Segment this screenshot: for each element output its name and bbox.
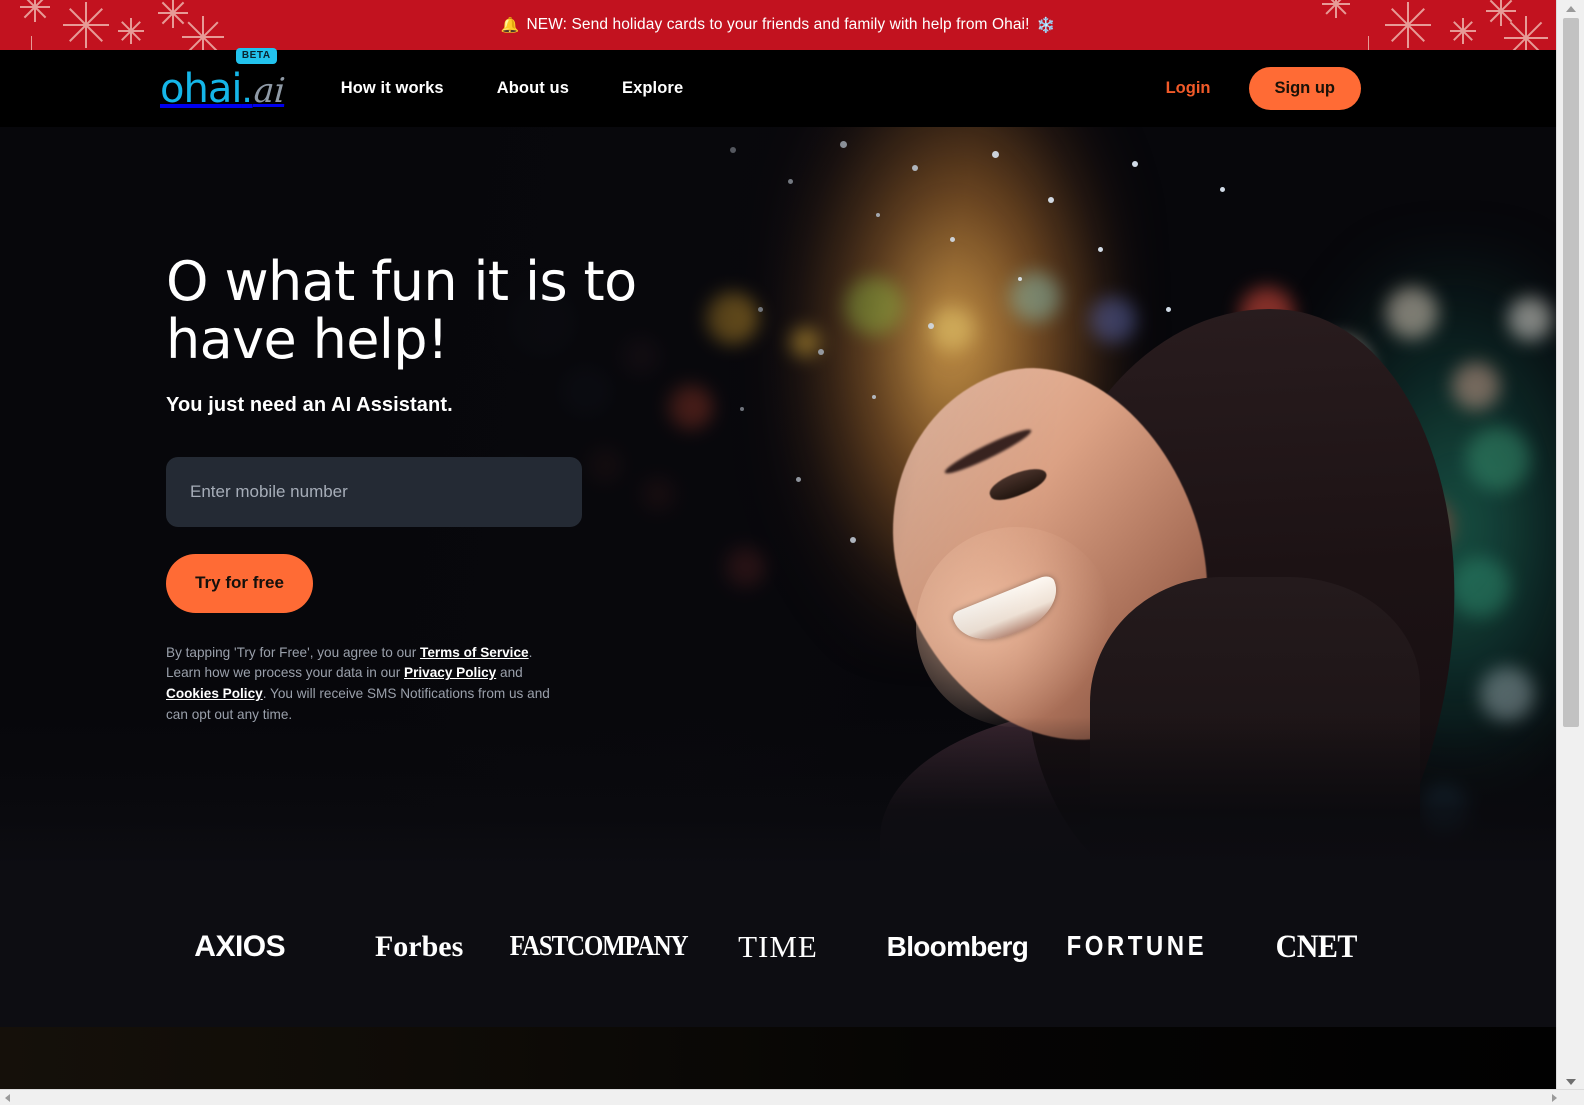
headline-line-1: O what fun it is to (166, 250, 637, 313)
press-logo-fast-company: FASTCOMPANY (509, 931, 689, 962)
browser-viewport: 🔔 NEW: Send holiday cards to your friend… (0, 0, 1556, 1089)
press-logo-time: TIME (738, 929, 818, 964)
press-logo-axios: AXIOS (194, 930, 286, 963)
press-logos-row: AXIOS Forbes FASTCOMPANY TIME Bloomberg … (0, 867, 1556, 1027)
scroll-up-arrow-icon[interactable] (1566, 6, 1576, 12)
vertical-scrollbar[interactable] (1556, 0, 1584, 1089)
press-logo-bloomberg: Bloomberg (886, 931, 1029, 962)
horizontal-scrollbar[interactable] (0, 1089, 1584, 1105)
nav-item-how-it-works[interactable]: How it works (341, 79, 444, 98)
promo-message: NEW: Send holiday cards to your friends … (526, 16, 1030, 33)
promo-banner[interactable]: 🔔 NEW: Send holiday cards to your friend… (0, 0, 1556, 50)
press-logo-forbes: Forbes (374, 930, 464, 963)
scroll-right-arrow-icon[interactable] (1552, 1094, 1557, 1102)
site-header: ohai . ai BETA How it works About us Exp… (0, 47, 1556, 127)
scroll-down-arrow-icon[interactable] (1566, 1079, 1576, 1085)
logo-dot: . (241, 66, 253, 111)
press-logo-fortune: FORTUNE (1066, 930, 1208, 962)
legal-disclaimer: By tapping 'Try for Free', you agree to … (166, 643, 561, 726)
header-actions: Login Sign up (1166, 67, 1556, 110)
vertical-scroll-thumb[interactable] (1563, 18, 1579, 727)
beta-badge: BETA (235, 47, 277, 64)
hero-bottom-fade (0, 717, 1556, 867)
scroll-left-arrow-icon[interactable] (5, 1094, 10, 1102)
page-title: O what fun it is to have help! (166, 250, 786, 372)
logo-ohai-ai[interactable]: ohai . ai BETA (160, 47, 287, 112)
nav-item-explore[interactable]: Explore (622, 79, 683, 98)
sign-up-button[interactable]: Sign up (1248, 67, 1361, 110)
privacy-policy-link[interactable]: Privacy Policy (404, 665, 496, 680)
try-for-free-button[interactable]: Try for free (166, 553, 313, 613)
login-link[interactable]: Login (1166, 79, 1211, 98)
mobile-number-input[interactable] (166, 456, 582, 527)
press-logo-cnet: CNET (1275, 928, 1358, 965)
nav-item-about-us[interactable]: About us (497, 79, 569, 98)
logo-word: ohai (160, 65, 242, 112)
next-section-strip (0, 1027, 1556, 1089)
terms-of-service-link[interactable]: Terms of Service (420, 645, 529, 660)
legal-text-3: and (496, 665, 523, 681)
headline-line-2: have help! (166, 308, 449, 372)
cookies-policy-link[interactable]: Cookies Policy (166, 686, 263, 701)
hero-section: O what fun it is to have help! You just … (0, 127, 1556, 867)
hero-content: O what fun it is to have help! You just … (166, 250, 786, 726)
hero-subheading: You just need an AI Assistant. (166, 393, 453, 416)
promo-banner-text: 🔔 NEW: Send holiday cards to your friend… (501, 16, 1056, 34)
legal-text-1: By tapping 'Try for Free', you agree to … (166, 644, 421, 660)
logo-suffix: ai (252, 70, 287, 111)
snowflake-icon: ❄️ (1036, 17, 1056, 34)
bell-icon: 🔔 (500, 17, 520, 34)
main-navigation: How it works About us Explore (341, 79, 684, 98)
